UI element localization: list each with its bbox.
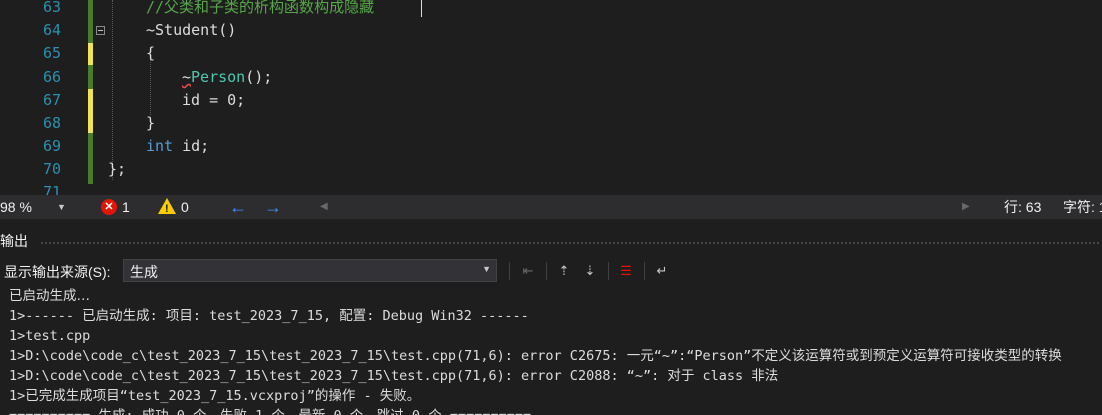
toolbar-separator xyxy=(608,262,609,280)
toolbar-separator xyxy=(644,262,645,280)
horizontal-scrollbar-track[interactable] xyxy=(334,201,960,213)
line-number: 64 xyxy=(42,21,61,39)
comment: //父类和子类的析构函数构成隐藏 xyxy=(146,0,375,16)
line-number: 66 xyxy=(42,68,61,86)
output-source-label: 显示输出来源(S): xyxy=(4,264,111,280)
go-to-location-icon[interactable]: ⇤ xyxy=(518,261,538,281)
line-number: 71 xyxy=(42,183,61,195)
output-source-select[interactable]: 生成 ▼ xyxy=(123,259,497,282)
code-editor[interactable]: 63 //父类和子类的析构函数构成隐藏 64 ~Student() 65 { 6… xyxy=(0,0,1102,195)
code-line-68[interactable]: 68 } xyxy=(0,112,1102,135)
destructor-declaration: ~Student() xyxy=(146,21,237,39)
output-panel-title: 输出 xyxy=(0,233,28,249)
output-line: 1>test.cpp xyxy=(9,328,91,344)
previous-message-icon[interactable]: ⇡ xyxy=(554,261,574,281)
panel-grip[interactable] xyxy=(40,241,1100,246)
output-line: 1>D:\code\code_c\test_2023_7_15\test_202… xyxy=(9,368,779,384)
chevron-down-icon: ▼ xyxy=(482,264,491,274)
output-source-value: 生成 xyxy=(130,264,158,280)
scroll-right-icon[interactable]: ▶ xyxy=(962,195,970,219)
warning-count[interactable]: 0 xyxy=(181,195,189,219)
output-line: ========== 生成: 成功 0 个，失败 1 个，最新 0 个，跳过 0… xyxy=(9,406,531,415)
error-count[interactable]: 1 xyxy=(122,195,130,219)
next-message-icon[interactable]: ⇣ xyxy=(580,261,600,281)
scroll-left-icon[interactable]: ◀ xyxy=(320,195,328,219)
warning-mark: ! xyxy=(165,203,169,215)
line-number: 63 xyxy=(42,0,61,16)
line-number: 65 xyxy=(42,44,61,62)
previous-issue-arrow-icon[interactable]: ← xyxy=(229,195,247,219)
code-line-63[interactable]: 63 //父类和子类的析构函数构成隐藏 xyxy=(0,0,1102,19)
toolbar-separator xyxy=(509,262,510,280)
error-statement: ~Person(); xyxy=(182,66,272,89)
line-number: 68 xyxy=(42,114,61,132)
assignment: id = 0; xyxy=(182,91,246,109)
char-position: 字符: 1 xyxy=(1063,199,1102,215)
open-brace: { xyxy=(146,44,156,62)
code-line-70[interactable]: 70 }; xyxy=(0,158,1102,181)
toolbar-separator xyxy=(546,262,547,280)
keyword: int xyxy=(146,137,174,155)
line-number: 67 xyxy=(42,91,61,109)
clear-all-icon[interactable]: ☰ xyxy=(616,261,636,281)
line-position: 行: 63 xyxy=(1004,199,1042,215)
code-line-66[interactable]: 66 ~Person(); xyxy=(0,66,1102,89)
zoom-dropdown-icon[interactable]: ▼ xyxy=(57,195,66,219)
editor-status-bar: 98 % ▼ ✕ 1 ! 0 ← → ◀ ▶ 行: 63 字符: 1 xyxy=(0,195,1102,219)
close-brace: } xyxy=(146,114,156,132)
word-wrap-icon[interactable]: ↵ xyxy=(652,261,672,281)
error-squiggle: ~ xyxy=(182,68,192,86)
line-number: 69 xyxy=(42,137,61,155)
zoom-level[interactable]: 98 % xyxy=(0,195,50,219)
code-line-67[interactable]: 67 id = 0; xyxy=(0,89,1102,112)
next-issue-arrow-icon[interactable]: → xyxy=(264,195,282,219)
code-line-71[interactable]: 71 xyxy=(0,181,1102,195)
output-line: 1>已完成生成项目“test_2023_7_15.vcxproj”的操作 - 失… xyxy=(9,388,421,404)
line-number: 70 xyxy=(42,160,61,178)
code-line-69[interactable]: 69 int id; xyxy=(0,135,1102,158)
output-text-area[interactable]: 已启动生成… 1>------ 已启动生成: 项目: test_2023_7_1… xyxy=(0,286,1102,415)
output-line: 已启动生成… xyxy=(9,288,90,304)
code-line-64[interactable]: 64 ~Student() xyxy=(0,19,1102,42)
type-name: Person xyxy=(191,68,246,86)
output-line: 1>------ 已启动生成: 项目: test_2023_7_15, 配置: … xyxy=(9,308,529,324)
call-parens: (); xyxy=(245,68,273,86)
member-name: id; xyxy=(173,137,210,155)
error-icon[interactable]: ✕ xyxy=(101,199,117,215)
output-toolbar: 显示输出来源(S): 生成 ▼ ⇤ ⇡ ⇣ ☰ ↵ xyxy=(0,256,1102,286)
text-cursor xyxy=(421,0,422,17)
member-declaration: int id; xyxy=(146,135,209,158)
code-line-65[interactable]: 65 { xyxy=(0,42,1102,65)
class-end: }; xyxy=(108,160,127,178)
output-line: 1>D:\code\code_c\test_2023_7_15\test_202… xyxy=(9,348,1062,364)
